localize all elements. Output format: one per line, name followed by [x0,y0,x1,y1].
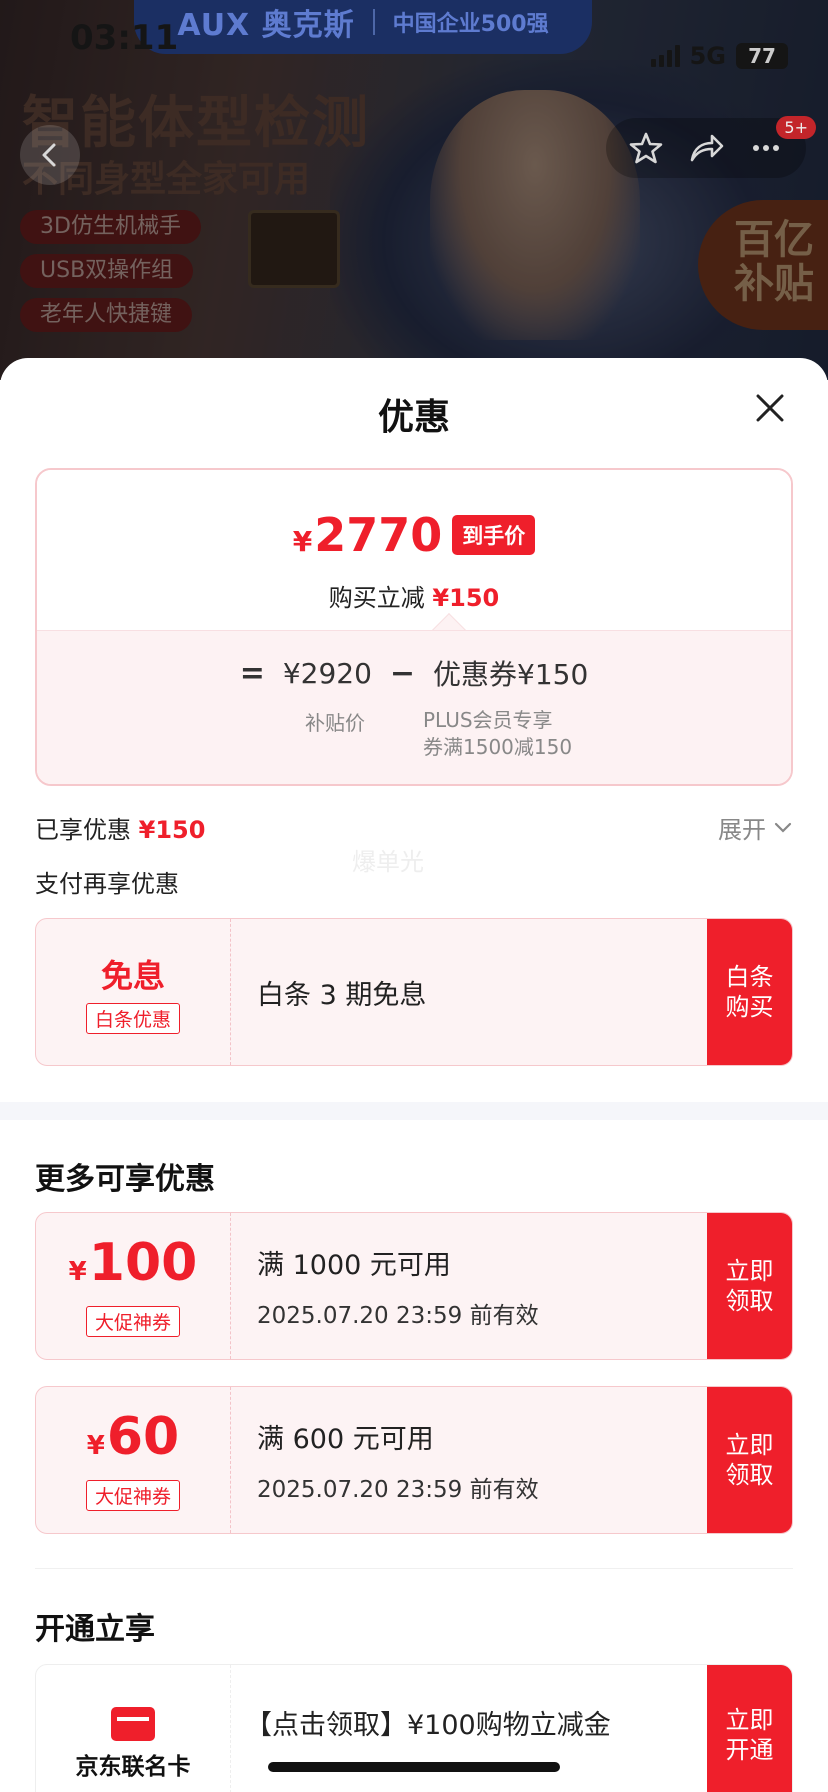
watermark: 爆单光 [352,848,424,876]
formula-row: = ¥2920 − 优惠券¥150 [37,653,791,693]
price-card: ¥2770 到手价 购买立减 ¥150 = ¥2920 − 优惠券¥150 补贴… [35,468,793,786]
currency-symbol: ¥ [292,525,313,558]
equals-sign: = [239,655,265,691]
baitiao-coupon: 免息 白条优惠 白条 3 期免息 白条购买 [35,918,793,1066]
coupon-card: ¥60 大促神券 满 600 元可用 2025.07.20 23:59 前有效 … [35,1386,793,1534]
share-icon[interactable] [687,130,725,166]
claim-coupon-button[interactable]: 立即领取 [707,1387,792,1533]
brand-pill: AUX 奥克斯 中国企业500强 [134,0,592,54]
coupon-caption-line: 券满1500减150 [423,735,573,759]
network-label: 5G [689,42,726,70]
enjoyed-discount: 已享优惠 ¥150 [35,810,205,845]
coupon-amount-value: 100 [88,1233,198,1293]
status-time: 03:11 [70,18,179,58]
brand-logo: AUX 奥克斯 [177,8,355,43]
coupon-amount: ¥100 [69,1235,198,1300]
coupon-left: 免息 白条优惠 [36,919,231,1065]
price-formula: = ¥2920 − 优惠券¥150 补贴价 PLUS会员专享 券满1500减15… [37,630,791,784]
sheet-title: 优惠 [377,397,450,438]
coupon-label: 白条优惠 [85,1002,180,1034]
final-price-row: ¥2770 到手价 [37,508,791,562]
open-card-button[interactable]: 立即开通 [707,1665,792,1792]
back-button[interactable] [20,125,80,185]
final-price-value: 2770 [314,508,443,562]
enjoyed-amount: ¥150 [138,816,206,844]
discount-sheet: 优惠 ¥2770 到手价 购买立减 ¥150 = ¥2920 − 优惠券¥150 [0,358,828,1792]
minus-sign: − [389,655,416,691]
base-price: ¥2920 [282,656,372,690]
open-section-title: 开通立享 [35,1612,155,1647]
close-button[interactable] [748,386,792,430]
base-price-caption: 补贴价 [305,711,365,735]
card-icon [111,1707,155,1741]
baitiao-buy-button[interactable]: 白条购买 [707,919,792,1065]
coupon-condition: 满 600 元可用 [257,1423,434,1455]
section-divider [0,1102,828,1120]
coupon-detail: 满 1000 元可用 2025.07.20 23:59 前有效 [231,1213,707,1359]
coupon-detail: 【点击领取】¥100购物立减金 [231,1665,707,1792]
final-price-tag: 到手价 [452,515,536,555]
coupon-left: 京东联名卡 [36,1665,231,1792]
coupon-left: ¥60 大促神券 [36,1387,231,1533]
status-indicators: 5G 77 [650,42,788,70]
coupon-amount-value: 60 [106,1407,180,1467]
back-icon [42,143,56,167]
reduce-amount: ¥150 [432,584,500,612]
claim-coupon-button[interactable]: 立即领取 [707,1213,792,1359]
coupon-left: ¥100 大促神券 [36,1213,231,1359]
coupon-amount: ¥60 [87,1409,179,1474]
more-discounts-title: 更多可享优惠 [35,1162,215,1197]
expand-button[interactable]: 展开 [718,810,792,845]
brand-slogan: 中国企业500强 [392,12,549,37]
signal-icon [650,45,680,67]
offer-text: 【点击领取】¥100购物立减金 [245,1710,611,1741]
coupon-detail: 满 600 元可用 2025.07.20 23:59 前有效 [231,1387,707,1533]
brand-separator [372,9,375,35]
currency-symbol: ¥ [68,1257,87,1287]
expand-label: 展开 [718,816,766,844]
pay-more-label: 支付再享优惠 [35,870,179,898]
coupon-caption: PLUS会员专享 券满1500减150 [423,707,572,761]
star-icon[interactable] [628,130,664,166]
card-name: 京东联名卡 [75,1754,191,1780]
coupon-validity: 2025.07.20 23:59 前有效 [257,1302,539,1329]
coupon-detail: 白条 3 期免息 [231,919,707,1065]
coupon-label: 大促神券 [85,1480,180,1511]
close-icon [756,394,784,422]
coupon-condition: 满 1000 元可用 [257,1249,451,1281]
battery-icon: 77 [736,43,788,69]
co-brand-card-offer: 京东联名卡 【点击领取】¥100购物立减金 立即开通 [35,1664,793,1792]
coupon-discount: 优惠券¥150 [433,658,589,691]
final-price: ¥2770 [293,508,443,562]
chevron-down-icon [774,822,792,833]
coupon-label: 大促神券 [85,1306,180,1337]
section-line [35,1568,793,1569]
reduce-note: 购买立减 ¥150 [37,578,791,613]
reduce-label: 购买立减 [328,584,425,612]
enjoyed-label: 已享优惠 [35,816,131,844]
product-banner: 智能体型检测 不同身型全家可用 3D仿生机械手 USB双操作组 老年人快捷键 百… [0,0,828,380]
notification-badge: 5+ [776,116,816,139]
coupon-caption-line: PLUS会员专享 [423,708,553,732]
coupon-validity: 2025.07.20 23:59 前有效 [257,1476,539,1503]
coupon-card: ¥100 大促神券 满 1000 元可用 2025.07.20 23:59 前有… [35,1212,793,1360]
currency-symbol: ¥ [86,1431,105,1461]
coupon-headline: 免息 [100,956,165,995]
coupon-text: 白条 3 期免息 [257,979,427,1011]
home-indicator [268,1762,560,1772]
price-summary: ¥2770 到手价 购买立减 ¥150 [37,470,791,647]
